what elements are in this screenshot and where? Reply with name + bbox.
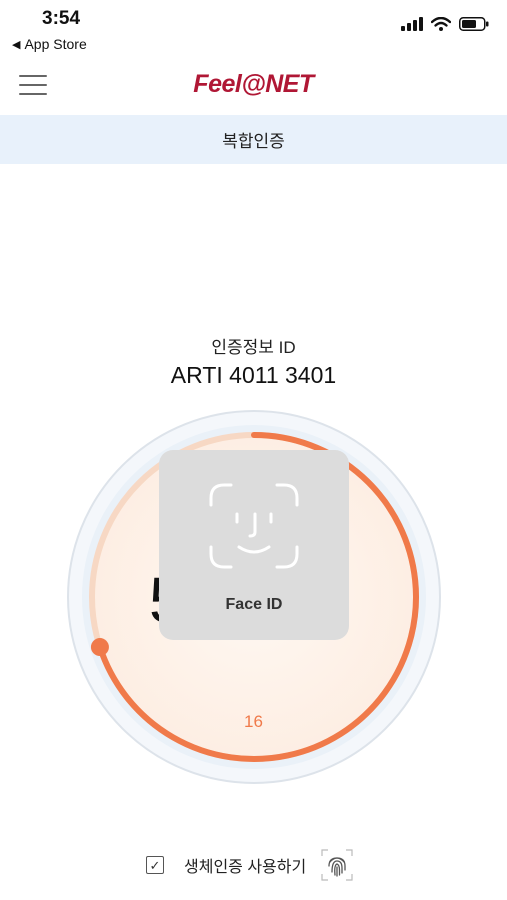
fingerprint-icon[interactable] <box>320 848 354 882</box>
biometric-label: 생체인증 사용하기 <box>184 859 307 876</box>
face-id-label: Face ID <box>225 596 283 613</box>
face-id-icon <box>209 483 299 569</box>
face-id-overlay: Face ID <box>159 450 349 640</box>
biometric-checkbox[interactable]: ✓ <box>146 856 164 874</box>
otp-seconds-remaining: 16 <box>244 712 263 731</box>
biometric-option[interactable]: ✓ 생체인증 사용하기 <box>146 848 354 882</box>
